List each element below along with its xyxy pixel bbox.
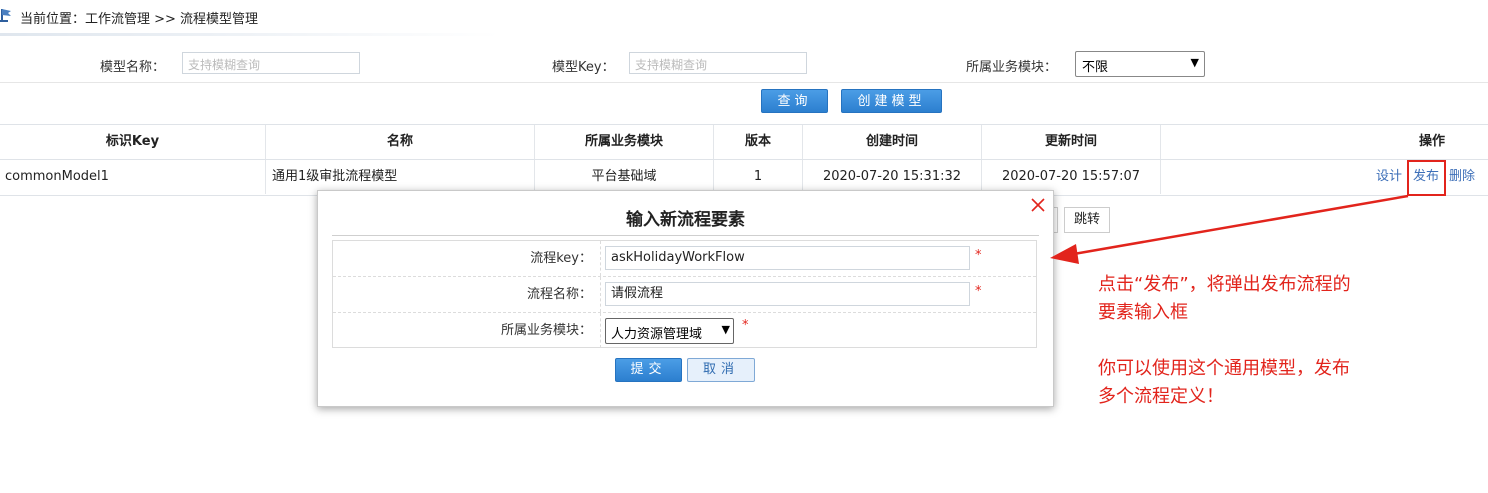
model-name-label: 模型名称：: [100, 60, 166, 75]
module-label: 所属业务模块：: [966, 60, 1058, 75]
column-header-name: 名称: [266, 125, 535, 159]
annotation-line-4: 多个流程定义！: [1098, 386, 1224, 407]
breadcrumb: 当前位置：工作流管理 >> 流程模型管理: [0, 0, 1488, 36]
form-row-module: 所属业务模块： 人力资源管理域 ▼ *: [333, 313, 1036, 349]
column-header-key: 标识Key: [0, 125, 266, 159]
breadcrumb-text: 当前位置：工作流管理 >> 流程模型管理: [20, 12, 259, 27]
create-model-button[interactable]: 创建模型: [841, 89, 942, 113]
submit-button[interactable]: 提交: [615, 358, 682, 382]
flow-name-input[interactable]: 请假流程: [605, 282, 970, 306]
flow-name-label: 流程名称：: [333, 277, 601, 312]
required-mark: *: [975, 248, 982, 263]
annotation-line-3: 你可以使用这个通用模型，发布: [1098, 358, 1350, 379]
flow-key-label: 流程key：: [333, 241, 601, 276]
publish-dialog: 输入新流程要素 流程key： askHolidayWorkFlow * 流程名称…: [317, 190, 1054, 407]
dialog-title: 输入新流程要素: [626, 210, 745, 230]
module-select-value: 不限: [1082, 60, 1109, 75]
form-row-name: 流程名称： 请假流程 *: [333, 277, 1036, 313]
flow-module-value: 人力资源管理域: [611, 327, 703, 342]
flow-module-label: 所属业务模块：: [333, 313, 601, 348]
cell-created: 2020-07-20 15:31:32: [803, 160, 982, 194]
cell-module: 平台基础域: [535, 160, 714, 194]
cell-key: commonModel1: [0, 160, 266, 194]
column-header-created: 创建时间: [803, 125, 982, 159]
search-form: 模型名称： 支持模糊查询 模型Key： 支持模糊查询 所属业务模块： 不限 ▼: [0, 44, 1488, 84]
column-header-updated: 更新时间: [982, 125, 1161, 159]
divider: [0, 82, 1488, 83]
column-header-module: 所属业务模块: [535, 125, 714, 159]
flow-module-select[interactable]: 人力资源管理域 ▼: [605, 318, 734, 344]
cell-version: 1: [714, 160, 803, 194]
dialog-divider: [332, 235, 1039, 236]
publish-highlight-box: [1407, 160, 1446, 196]
query-button[interactable]: 查询: [761, 89, 828, 113]
design-link[interactable]: 设计: [1376, 160, 1402, 194]
dialog-form: 流程key： askHolidayWorkFlow * 流程名称： 请假流程 *…: [332, 240, 1037, 348]
model-key-label: 模型Key：: [552, 60, 615, 75]
required-mark: *: [975, 284, 982, 299]
location-icon: [0, 9, 11, 22]
chevron-down-icon: ▼: [721, 323, 730, 336]
jump-button[interactable]: 跳转: [1064, 207, 1110, 233]
column-header-version: 版本: [714, 125, 803, 159]
annotation-line-2: 要素输入框: [1098, 302, 1188, 323]
close-icon[interactable]: [1029, 195, 1047, 215]
cell-updated: 2020-07-20 15:57:07: [982, 160, 1161, 194]
table-header: 标识Key 名称 所属业务模块 版本 创建时间 更新时间 操作: [0, 124, 1488, 160]
chevron-down-icon: ▼: [1190, 56, 1199, 69]
flow-key-input[interactable]: askHolidayWorkFlow: [605, 246, 970, 270]
cell-name: 通用1级审批流程模型: [266, 160, 535, 194]
delete-link[interactable]: 删除: [1449, 160, 1475, 194]
form-row-key: 流程key： askHolidayWorkFlow *: [333, 241, 1036, 277]
model-key-input[interactable]: 支持模糊查询: [629, 52, 807, 74]
column-header-actions: 操作: [1418, 134, 1445, 149]
annotation-line-1: 点击“发布”，将弹出发布流程的: [1098, 274, 1351, 295]
required-mark: *: [742, 318, 749, 333]
module-select[interactable]: 不限 ▼: [1075, 51, 1205, 77]
breadcrumb-divider: [0, 33, 500, 36]
cancel-button[interactable]: 取消: [687, 358, 755, 382]
model-name-input[interactable]: 支持模糊查询: [182, 52, 360, 74]
